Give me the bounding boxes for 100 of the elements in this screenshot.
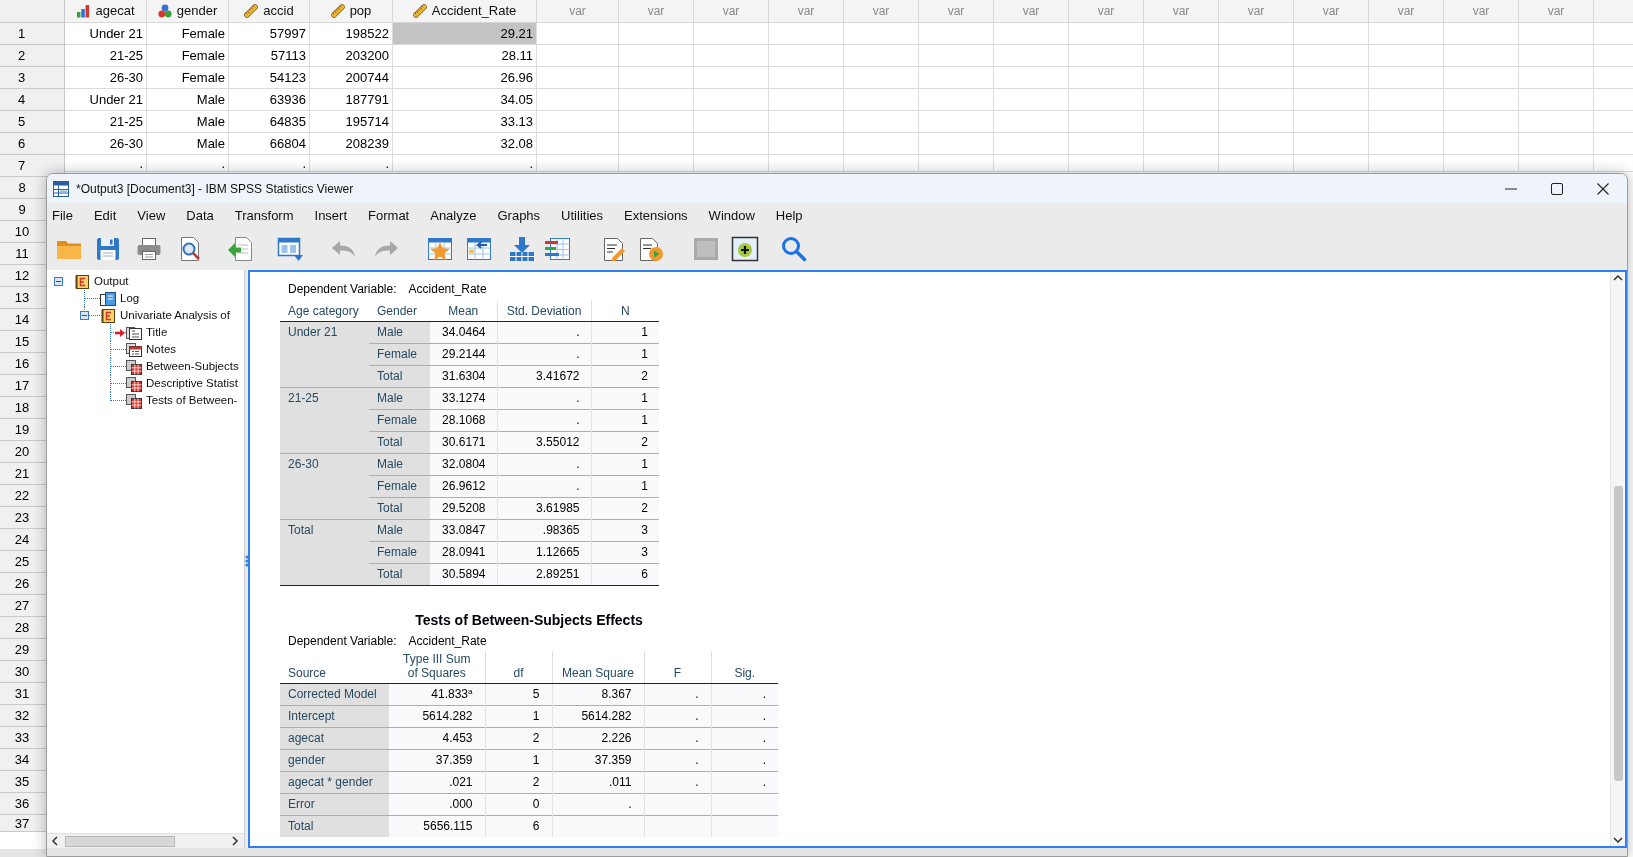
table-download-icon[interactable]	[508, 235, 536, 263]
empty-cell[interactable]	[994, 23, 1069, 45]
empty-cell[interactable]	[619, 67, 694, 89]
empty-cell[interactable]	[1219, 133, 1294, 155]
menu-item[interactable]: Format	[368, 205, 410, 226]
empty-cell[interactable]	[1519, 111, 1594, 133]
empty-cell[interactable]	[1069, 133, 1144, 155]
menu-item[interactable]: Edit	[93, 205, 117, 226]
empty-cell[interactable]	[1444, 23, 1519, 45]
empty-cell[interactable]	[1144, 133, 1219, 155]
empty-cell[interactable]	[1144, 23, 1219, 45]
row-number[interactable]: 32	[0, 705, 46, 727]
collapse-icon[interactable]	[80, 311, 89, 320]
data-cell[interactable]: 32.08	[393, 133, 537, 155]
empty-cell[interactable]	[769, 133, 844, 155]
empty-cell[interactable]	[694, 133, 769, 155]
empty-cell[interactable]	[769, 89, 844, 111]
data-cell[interactable]: 28.11	[393, 45, 537, 67]
row-number[interactable]: 5	[0, 111, 65, 133]
empty-cell[interactable]	[994, 67, 1069, 89]
column-header[interactable]: gender	[147, 0, 229, 23]
row-number[interactable]: 29	[0, 639, 46, 661]
data-cell[interactable]: Female	[147, 67, 229, 89]
data-cell[interactable]: .	[65, 155, 147, 172]
tree-item[interactable]: Title	[146, 325, 168, 340]
empty-cell[interactable]	[844, 45, 919, 67]
menu-item[interactable]: Transform	[234, 205, 294, 226]
empty-cell[interactable]	[1144, 45, 1219, 67]
empty-cell[interactable]	[769, 111, 844, 133]
maximize-icon[interactable]	[1551, 182, 1563, 195]
empty-cell[interactable]	[919, 67, 994, 89]
tree-item[interactable]: Tests of Between-	[146, 393, 238, 408]
empty-cell[interactable]	[769, 67, 844, 89]
row-number[interactable]: 2	[0, 45, 65, 67]
empty-cell[interactable]	[994, 155, 1069, 172]
tree-item[interactable]: Output	[94, 274, 129, 289]
empty-cell[interactable]	[844, 89, 919, 111]
empty-cell[interactable]	[1444, 67, 1519, 89]
empty-cell[interactable]	[1444, 89, 1519, 111]
data-cell[interactable]: 198522	[310, 23, 393, 45]
splitter-grip-icon[interactable]	[245, 555, 249, 567]
row-number[interactable]: 12	[0, 265, 46, 287]
data-cell[interactable]: 34.05	[393, 89, 537, 111]
empty-cell[interactable]	[1369, 133, 1444, 155]
empty-cell[interactable]	[769, 45, 844, 67]
empty-cell[interactable]	[1219, 45, 1294, 67]
empty-cell[interactable]	[919, 111, 994, 133]
empty-cell[interactable]	[1144, 67, 1219, 89]
empty-cell[interactable]	[994, 89, 1069, 111]
empty-cell[interactable]	[844, 111, 919, 133]
empty-cell[interactable]	[1219, 111, 1294, 133]
data-cell[interactable]: Male	[147, 111, 229, 133]
empty-cell[interactable]	[1519, 45, 1594, 67]
column-header[interactable]: agecat	[65, 0, 147, 23]
data-cell[interactable]: 54123	[229, 67, 310, 89]
data-cell[interactable]: Under 21	[65, 89, 147, 111]
menu-item[interactable]: Analyze	[430, 205, 477, 226]
data-cell[interactable]: 66804	[229, 133, 310, 155]
empty-cell[interactable]	[1069, 111, 1144, 133]
scroll-up-icon[interactable]	[1613, 275, 1623, 281]
scroll-thumb[interactable]	[65, 835, 175, 847]
data-cell[interactable]: Male	[147, 89, 229, 111]
menu-item[interactable]: Window	[708, 205, 755, 226]
empty-cell[interactable]	[694, 67, 769, 89]
data-cell[interactable]: .	[229, 155, 310, 172]
row-number[interactable]: 7	[0, 155, 65, 177]
empty-cell[interactable]	[1294, 155, 1369, 172]
row-number[interactable]: 1	[0, 23, 65, 45]
save-icon[interactable]	[94, 235, 122, 263]
empty-cell[interactable]	[1069, 23, 1144, 45]
empty-cell[interactable]	[1444, 111, 1519, 133]
menu-item[interactable]: Insert	[314, 205, 348, 226]
empty-cell[interactable]	[1519, 155, 1594, 172]
empty-cell[interactable]	[1369, 23, 1444, 45]
empty-cell[interactable]	[1369, 111, 1444, 133]
colored-list-icon[interactable]	[544, 235, 572, 263]
tree-item[interactable]: Descriptive Statist	[146, 376, 239, 391]
data-cell[interactable]: 63936	[229, 89, 310, 111]
data-cell[interactable]: 26.96	[393, 67, 537, 89]
empty-cell[interactable]	[1219, 67, 1294, 89]
row-number[interactable]: 26	[0, 573, 46, 595]
data-cell[interactable]: 203200	[310, 45, 393, 67]
empty-cell[interactable]	[1519, 67, 1594, 89]
empty-cell[interactable]	[694, 45, 769, 67]
data-cell[interactable]: 57113	[229, 45, 310, 67]
row-number[interactable]: 37	[0, 815, 46, 832]
empty-cell[interactable]	[919, 133, 994, 155]
column-header[interactable]: Accident_Rate	[393, 0, 537, 23]
row-number[interactable]: 20	[0, 441, 46, 463]
data-cell[interactable]: Under 21	[65, 23, 147, 45]
empty-cell[interactable]	[1144, 155, 1219, 172]
menu-item[interactable]: Help	[775, 205, 803, 226]
empty-cell[interactable]	[844, 133, 919, 155]
row-number[interactable]: 33	[0, 727, 46, 749]
collapse-icon[interactable]	[54, 277, 63, 286]
search-icon[interactable]	[780, 235, 808, 263]
data-cell[interactable]: 26-30	[65, 67, 147, 89]
empty-cell[interactable]	[1444, 155, 1519, 172]
empty-cell[interactable]	[769, 155, 844, 172]
data-cell[interactable]: 26-30	[65, 133, 147, 155]
